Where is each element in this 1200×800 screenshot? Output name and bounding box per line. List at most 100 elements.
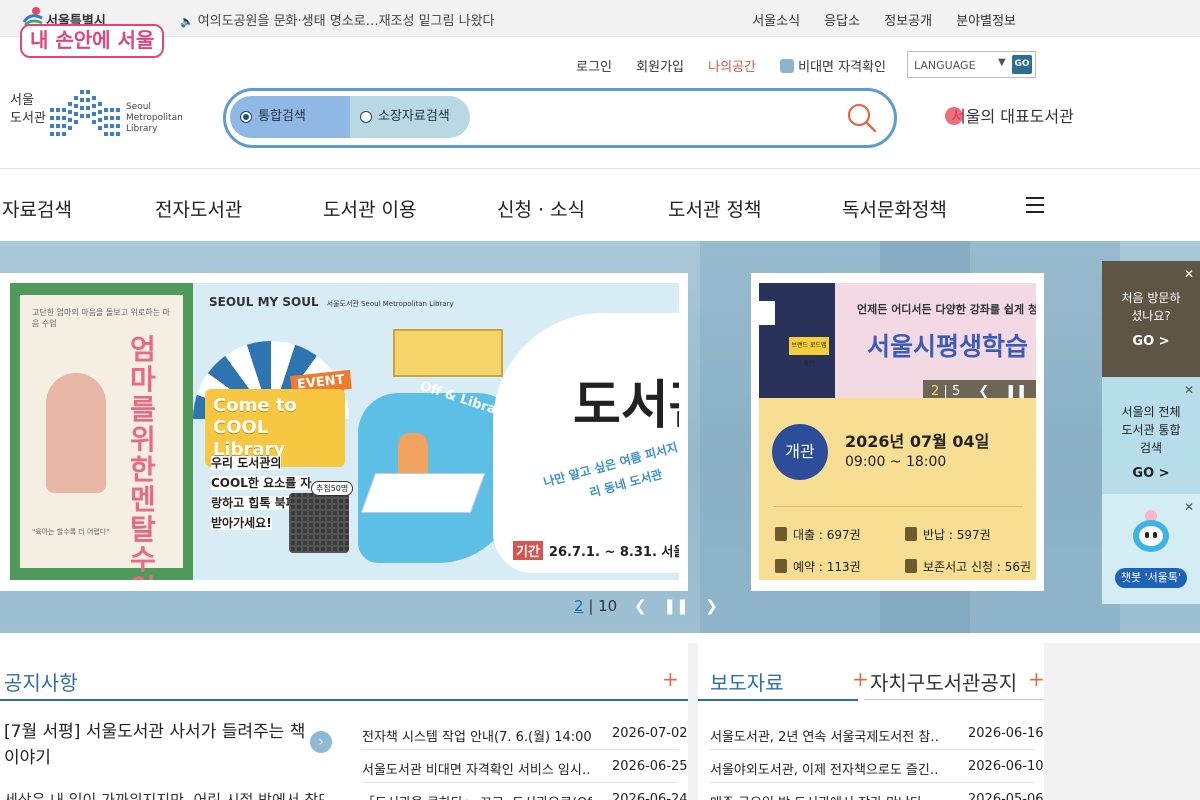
chatbot-label[interactable]: 챗봇 '서울톡' <box>1114 568 1188 588</box>
stat-reserve: 예약 : 113권 <box>775 558 861 575</box>
first-visit-go[interactable]: GO > <box>1102 333 1200 351</box>
plus-icon[interactable]: + <box>1028 667 1045 691</box>
press-title[interactable]: 보도자료 <box>710 667 784 696</box>
return-icon <box>905 527 917 541</box>
nav-apply-news[interactable]: 신청 · 소식 <box>497 195 585 222</box>
chevron-right-icon[interactable]: › <box>310 731 332 753</box>
stat-return-text: 반납 : 597권 <box>923 528 991 542</box>
verify-link[interactable]: 비대면 자격확인 <box>780 59 886 75</box>
ticker-text[interactable]: 여의도공원을 문화·생태 명소로…재조성 밑그림 나왔다 <box>198 14 495 29</box>
my-space-link[interactable]: 나의공간 <box>708 60 756 75</box>
banner-headline: 도서관 <box>573 376 679 436</box>
search-tab-integrated[interactable]: 통합검색 <box>230 96 350 138</box>
banner-image: 고단한 엄마의 마음을 돌보고 위로하는 마음 수업 엄마를 위한 멘탈 수업 … <box>10 283 679 580</box>
lecture-banner[interactable]: 브랜드 로드맵 확인 언제든 어디서든 다양한 강좌를 쉽게 청 서울시평생학습… <box>759 283 1036 398</box>
open-book-icon <box>360 473 486 513</box>
integrated-search-text: 서울의 전체도서관 통합검색 <box>1121 405 1181 455</box>
book-blurb: 고단한 엄마의 마음을 돌보고 위로하는 마음 수업 <box>32 308 170 328</box>
nav-reading-culture[interactable]: 독서문화정책 <box>842 195 947 222</box>
notice-row-title[interactable]: 전자책 시스템 작업 안내(7. 6.(월) 14:00… <box>362 726 592 745</box>
notice-row[interactable]: 서울도서관 비대면 자격확인 서비스 임시… 2026-06-25 <box>362 750 688 783</box>
integrated-search-go[interactable]: GO > <box>1102 465 1200 483</box>
close-icon[interactable]: ✕ <box>1184 498 1194 516</box>
chatbot-box[interactable]: ✕ 챗봇 '서울톡' <box>1102 494 1200 604</box>
press-row-title[interactable]: 서울도서관, 2년 연속 서울국제도서전 참… <box>710 726 940 745</box>
book-icon <box>775 527 787 541</box>
stat-return: 반납 : 597권 <box>905 526 991 543</box>
nav-library-use[interactable]: 도서관 이용 <box>323 195 416 222</box>
nav-library-policy[interactable]: 도서관 정책 <box>668 195 761 222</box>
prev-arrow-icon[interactable]: ❮ <box>978 384 989 398</box>
verify-label: 비대면 자격확인 <box>798 60 886 75</box>
lecture-white-block <box>759 301 775 325</box>
chevron-down-icon: ▼ <box>998 57 1006 68</box>
utility-menu: 로그인 회원가입 나의공간 비대면 자격확인 <box>556 56 886 75</box>
stat-stack-request: 보존서고 신청 : 56권 <box>905 558 1031 575</box>
press-row-date: 2026-05-06 <box>968 792 1044 800</box>
banner-pager: 2 | 10 ❮ ❚❚ ❯ <box>574 597 718 615</box>
press-row[interactable]: 서울야외도서관, 이제 전자책으로도 즐긴… 2026-06-10 <box>710 750 1044 783</box>
pause-icon[interactable]: ❚❚ <box>663 597 688 615</box>
notice-underline <box>0 699 688 701</box>
representative-library-brand[interactable]: 서울의 대표도서관 <box>945 103 1074 127</box>
press-row-title[interactable]: 매주 금요일 밤 도서관에서 작가 만난다…… <box>710 792 940 800</box>
slogan-badge[interactable]: 내 손안에 서울 <box>20 24 165 58</box>
bookshelf-icon <box>393 329 503 377</box>
district-notice-title[interactable]: 자치구도서관공지 <box>870 667 1017 696</box>
logo-en-line3: Library <box>126 124 158 134</box>
link-field-info[interactable]: 분야별정보 <box>956 14 1016 29</box>
press-row[interactable]: 서울도서관, 2년 연속 서울국제도서전 참… 2026-06-16 <box>710 717 1044 750</box>
notice-row-title[interactable]: 서울도서관 비대면 자격확인 서비스 임시… <box>362 759 592 778</box>
raffle-tag: 추첨50명 <box>311 481 354 496</box>
notice-feature-title[interactable]: [7월 서평] 서울도서관 사서가 들려주는 책 이야기 <box>4 719 310 771</box>
library-logo[interactable]: 서울 도서관 Seoul Metropolitan Library <box>10 88 183 144</box>
link-seoul-news[interactable]: 서울소식 <box>752 14 800 29</box>
press-row[interactable]: 매주 금요일 밤 도서관에서 작가 만난다…… 2026-05-06 <box>710 783 1044 800</box>
lecture-line1: 언제든 어디서든 다양한 강좌를 쉽게 청 <box>857 303 1036 316</box>
main-banner[interactable]: 고단한 엄마의 마음을 돌보고 위로하는 마음 수업 엄마를 위한 멘탈 수업 … <box>0 273 688 591</box>
search-bar: 통합검색 소장자료검색 <box>223 88 897 148</box>
notice-row[interactable]: 「도서관을 쿠하다」 끄고, 도서관으로(Off… 2026-06-24 <box>362 783 688 800</box>
nav-e-library[interactable]: 전자도서관 <box>155 195 242 222</box>
close-icon[interactable]: ✕ <box>1184 265 1194 283</box>
book-cover: 고단한 엄마의 마음을 돌보고 위로하는 마음 수업 엄마를 위한 멘탈 수업 … <box>20 295 183 580</box>
book-footer: "육아는 할수록 더 어렵다" <box>32 528 110 536</box>
event-illustration: SEOUL MY SOUL 서울도서관 Seoul Metropolitan Li… <box>193 283 679 580</box>
nav-material-search[interactable]: 자료검색 <box>2 195 72 222</box>
brand-dot-icon <box>945 107 963 125</box>
language-select[interactable]: LANGUAGE ▼ GO <box>907 51 1036 78</box>
join-link[interactable]: 회원가입 <box>636 60 684 75</box>
search-icon[interactable] <box>846 102 878 134</box>
menu-icon[interactable] <box>1026 197 1044 213</box>
language-go-button[interactable]: GO <box>1012 55 1032 74</box>
integrated-search-box[interactable]: ✕ 서울의 전체도서관 통합검색 GO > <box>1102 377 1200 494</box>
link-eungdapso[interactable]: 응답소 <box>824 14 860 29</box>
logo-ko-line2: 도서관 <box>10 111 46 126</box>
next-arrow-icon[interactable]: ❯ <box>705 597 718 615</box>
search-tab-collection[interactable]: 소장자료검색 <box>350 96 470 138</box>
seoul-city-logo[interactable]: 서울특별시 내 손안에 서울 <box>20 4 180 58</box>
event-brand-small: 서울도서관 Seoul Metropolitan Library <box>326 300 454 308</box>
search-tab-collection-label: 소장자료검색 <box>378 109 450 124</box>
prev-arrow-icon[interactable]: ❮ <box>634 597 647 615</box>
press-row-title[interactable]: 서울야외도서관, 이제 전자책으로도 즐긴… <box>710 759 940 778</box>
library-status-card: 브랜드 로드맵 확인 언제든 어디서든 다양한 강좌를 쉽게 청 서울시평생학습… <box>751 273 1044 591</box>
close-icon[interactable]: ✕ <box>1184 381 1194 399</box>
first-visit-box[interactable]: ✕ 처음 방문하셨나요? GO > <box>1102 261 1200 377</box>
seoul-logo-icon <box>22 7 43 26</box>
link-info-disclosure[interactable]: 정보공개 <box>884 14 932 29</box>
notice-row-title[interactable]: 「도서관을 쿠하다」 끄고, 도서관으로(Off… <box>362 792 592 800</box>
plus-icon[interactable]: + <box>662 667 679 691</box>
login-link[interactable]: 로그인 <box>576 60 612 75</box>
notice-title[interactable]: 공지사항 <box>4 667 78 696</box>
news-ticker[interactable]: 🔈 여의도공원을 문화·생태 명소로…재조성 밑그림 나왔다 <box>180 10 495 29</box>
notice-board: 공지사항 + [7월 서평] 서울도서관 사서가 들려주는 책 이야기 › 세상… <box>0 643 688 800</box>
notice-feature-summary[interactable]: 세상은 내 일이 가까워지지만, 어린 시절 밤에서 찾던 <box>4 789 324 800</box>
speaker-icon: 🔈 <box>180 15 194 28</box>
search-input[interactable] <box>481 101 821 135</box>
logo-english: Seoul Metropolitan Library <box>126 102 183 135</box>
boards-section: 공지사항 + [7월 서평] 서울도서관 사서가 들려주는 책 이야기 › 세상… <box>0 643 1200 800</box>
notice-row[interactable]: 전자책 시스템 작업 안내(7. 6.(월) 14:00… 2026-07-02 <box>362 717 688 750</box>
pause-icon[interactable]: ❚❚ <box>1005 384 1027 398</box>
plus-icon[interactable]: + <box>852 667 869 691</box>
